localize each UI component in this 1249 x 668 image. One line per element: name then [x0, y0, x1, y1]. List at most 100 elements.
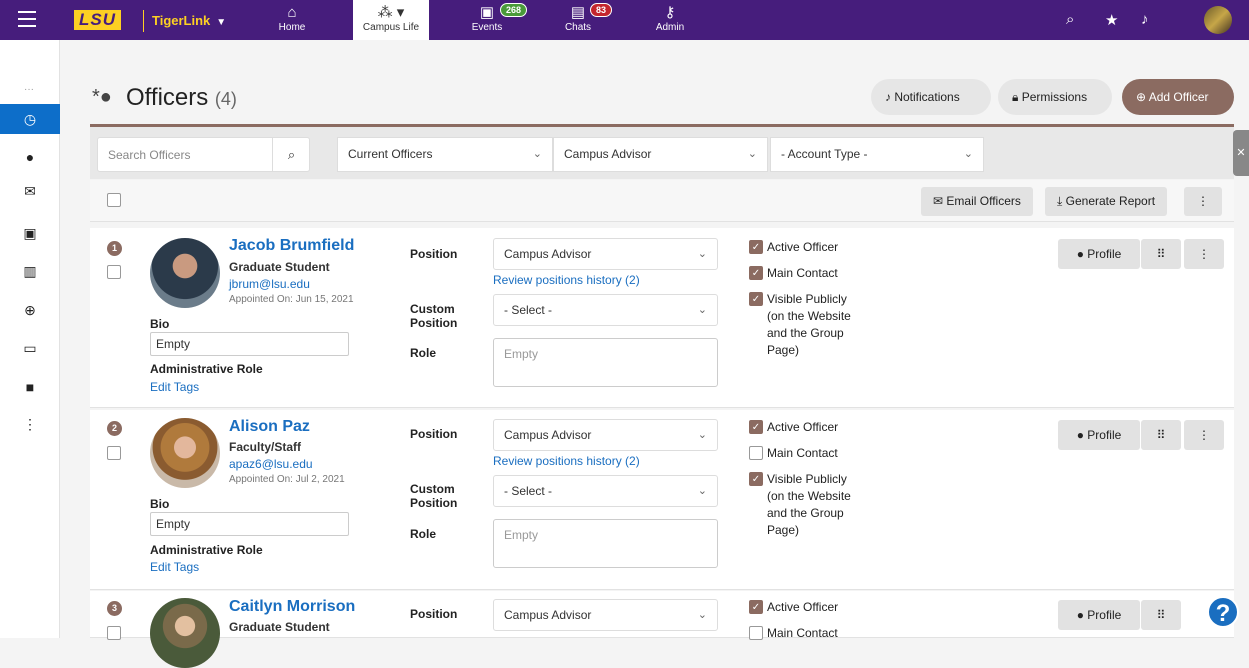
edit-tags-link[interactable]: Edit Tags	[150, 560, 199, 574]
officer-email-link[interactable]: jbrum@lsu.edu	[229, 277, 310, 291]
permissions-button[interactable]: 🔒︎ Permissions	[998, 79, 1112, 115]
email-officers-button[interactable]: ✉ Email Officers	[921, 187, 1033, 216]
drag-handle-icon[interactable]: ⠿	[1141, 420, 1181, 450]
account-type-select[interactable]: - Account Type - ⌄	[770, 137, 984, 172]
collapse-dots-icon[interactable]: ···	[24, 84, 34, 95]
person-icon: ●	[1076, 247, 1084, 261]
active-officer-checkbox[interactable]: ✓	[749, 240, 763, 254]
positions-history-link[interactable]: Review positions history (2)	[493, 454, 640, 468]
visible-publicly-checkbox[interactable]: ✓	[749, 472, 763, 486]
more-options-icon[interactable]: ⋮	[1184, 187, 1222, 216]
position-value: Campus Advisor	[504, 608, 592, 622]
plus-circle-icon: ⊕	[1136, 90, 1147, 104]
lock-icon: 🔒︎	[1012, 90, 1019, 104]
tab-home[interactable]: ⌂ Home	[272, 0, 312, 40]
position-word: Position	[410, 496, 458, 510]
more-options-icon[interactable]: ⋮	[1184, 420, 1224, 450]
chats-count-badge: 83	[590, 3, 613, 17]
help-icon[interactable]: ?	[1207, 596, 1239, 628]
bio-label: Bio	[150, 317, 170, 331]
page-title-text: Officers	[126, 84, 209, 111]
edit-tags-link[interactable]: Edit Tags	[150, 380, 199, 394]
more-vertical-icon[interactable]: ⋮	[0, 409, 60, 439]
folder-icon[interactable]: ■	[0, 372, 60, 402]
calendar-icon[interactable]: ▣	[0, 218, 60, 248]
mail-icon[interactable]: ✉	[0, 176, 60, 206]
visible-publicly-checkbox[interactable]: ✓	[749, 292, 763, 306]
custom-position-select[interactable]: - Select - ⌄	[493, 294, 718, 326]
search-input[interactable]: Search Officers	[108, 148, 190, 162]
appointed-date: Appointed On: Jul 2, 2021	[229, 474, 345, 485]
app-switcher[interactable]: TigerLink ▼	[152, 13, 226, 28]
notifications-button[interactable]: ♪ Notifications	[871, 79, 991, 115]
close-panel-icon[interactable]: ✕	[1233, 130, 1249, 176]
officer-name-link[interactable]: Alison Paz	[229, 418, 310, 436]
position-value: Campus Advisor	[504, 428, 592, 442]
permissions-label: Permissions	[1021, 90, 1088, 104]
officer-name-link[interactable]: Jacob Brumfield	[229, 237, 354, 255]
mail-icon: ✉	[933, 194, 944, 208]
officer-type: Faculty/Staff	[229, 440, 302, 454]
top-navigation: LSU TigerLink ▼ ⌂ Home ⁂ ▾ Campus Life ▣ …	[0, 0, 1249, 40]
officer-photo	[150, 598, 220, 668]
menu-icon[interactable]	[18, 11, 36, 27]
generate-report-button[interactable]: ⤓ Generate Report	[1045, 187, 1168, 216]
position-filter-select[interactable]: Campus Advisor ⌄	[553, 137, 768, 172]
search-icon[interactable]: ⌕	[272, 138, 310, 171]
custom-position-select[interactable]: - Select - ⌄	[493, 475, 718, 507]
tab-admin[interactable]: ⚷ Admin	[650, 0, 690, 40]
tab-chats-label: Chats	[564, 22, 592, 33]
main-contact-checkbox[interactable]: ✓	[749, 266, 763, 280]
appointed-date: Appointed On: Jun 15, 2021	[229, 294, 354, 305]
person-icon[interactable]: ●	[0, 142, 60, 172]
role-textarea[interactable]: Empty	[493, 519, 718, 568]
officer-email-link[interactable]: apaz6@lsu.edu	[229, 457, 313, 471]
select-all-checkbox[interactable]	[107, 193, 121, 207]
officer-photo	[150, 238, 220, 308]
globe-icon[interactable]: ⊕	[0, 295, 60, 325]
officer-name-link[interactable]: Caitlyn Morrison	[229, 598, 355, 616]
status-filter-select[interactable]: Current Officers ⌄	[337, 137, 553, 172]
search-icon[interactable]: ⌕	[1066, 11, 1074, 28]
visible-line-3: and the Group	[767, 326, 844, 340]
add-officer-button[interactable]: ⊕ Add Officer	[1122, 79, 1234, 115]
profile-button[interactable]: ● Profile	[1058, 600, 1140, 630]
people-icon: ⁂ ▾	[377, 4, 405, 21]
main-contact-checkbox[interactable]	[749, 446, 763, 460]
chevron-down-icon: ⌄	[697, 485, 707, 497]
positions-history-link[interactable]: Review positions history (2)	[493, 273, 640, 287]
bell-icon[interactable]: ♪	[1141, 11, 1149, 28]
chevron-down-icon: ⌄	[747, 148, 757, 160]
more-options-icon[interactable]: ⋮	[1184, 239, 1224, 269]
tab-campus-life[interactable]: ⁂ ▾ Campus Life	[353, 0, 429, 40]
profile-button[interactable]: ● Profile	[1058, 420, 1140, 450]
position-select[interactable]: Campus Advisor ⌄	[493, 419, 718, 451]
visible-line-2: (on the Website	[767, 309, 851, 323]
position-value: Campus Advisor	[504, 247, 592, 261]
role-label: Role	[410, 346, 437, 360]
bio-label: Bio	[150, 497, 170, 511]
email-officers-label: Email Officers	[946, 194, 1021, 208]
profile-button[interactable]: ● Profile	[1058, 239, 1140, 269]
clipboard-icon[interactable]: ▥	[0, 256, 60, 286]
money-icon[interactable]: ▭	[0, 333, 60, 363]
chevron-down-icon: ▼	[216, 17, 227, 28]
bio-field[interactable]: Empty	[150, 332, 349, 356]
bio-field[interactable]: Empty	[150, 512, 349, 536]
position-select[interactable]: Campus Advisor ⌄	[493, 238, 718, 270]
officer-select-checkbox[interactable]	[107, 265, 121, 279]
user-avatar[interactable]	[1204, 6, 1232, 34]
lsu-logo[interactable]: LSU	[74, 10, 121, 30]
active-officer-checkbox[interactable]: ✓	[749, 420, 763, 434]
tab-admin-label: Admin	[655, 22, 685, 33]
position-select[interactable]: Campus Advisor ⌄	[493, 599, 718, 631]
officer-select-checkbox[interactable]	[107, 446, 121, 460]
search-box: Search Officers ⌕	[97, 137, 310, 172]
drag-handle-icon[interactable]: ⠿	[1141, 239, 1181, 269]
dashboard-icon[interactable]: ◷	[0, 104, 60, 134]
drag-handle-icon[interactable]: ⠿	[1141, 600, 1181, 630]
role-textarea[interactable]: Empty	[493, 338, 718, 387]
star-icon[interactable]: ★	[1105, 11, 1118, 29]
app-name: TigerLink	[152, 13, 211, 28]
active-officer-checkbox[interactable]: ✓	[749, 600, 763, 614]
